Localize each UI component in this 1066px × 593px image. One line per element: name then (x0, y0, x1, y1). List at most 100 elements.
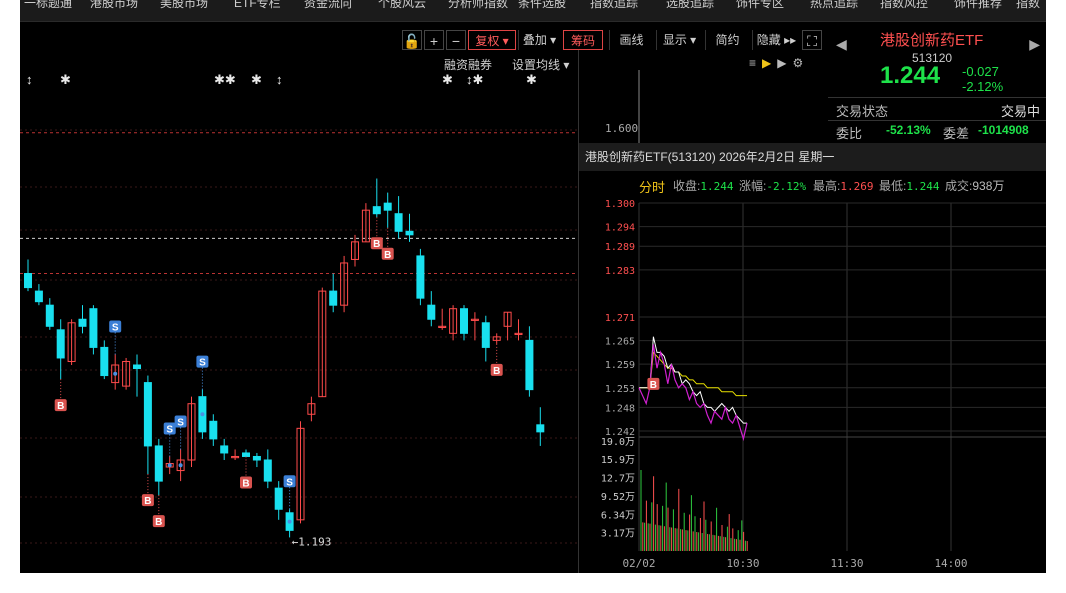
diejia-button[interactable]: 叠加 ▾ (518, 30, 560, 50)
low-info: 最低:1.244 (879, 177, 939, 194)
buy-marker-label: B (155, 517, 162, 528)
topnav-item[interactable]: 美股市场 (160, 0, 208, 11)
volume-tick-label: 3.17万 (601, 529, 635, 540)
chouma-button[interactable]: 筹码 (563, 30, 603, 50)
signal-dot (113, 371, 118, 376)
topnav-item[interactable]: 一标题通 (24, 0, 72, 11)
candle-body (56, 329, 65, 359)
yincang-label: 隐藏 (756, 33, 781, 47)
candle-body (100, 346, 109, 377)
price-tick-label: 1.294 (605, 223, 635, 234)
zoom-out-button[interactable]: − (446, 30, 466, 50)
topnav-item[interactable]: 选股追踪 (666, 0, 714, 11)
weibi-label: 委比 (836, 126, 863, 141)
intraday-buy-label: B (650, 380, 657, 391)
tab-fenshi[interactable]: 分时 (639, 177, 665, 196)
signal-dot (178, 463, 183, 468)
intraday-popup: 港股创新药ETF(513120) 2026年2月2日 星期一 分时 收盘:1.2… (578, 143, 1046, 573)
candle-body (242, 452, 250, 457)
topnav-item[interactable]: 个股风云 (378, 0, 426, 11)
topnav-item[interactable]: 热点追踪 (810, 0, 858, 11)
topnav-item[interactable]: 饰件推荐 (954, 0, 1002, 11)
buy-marker-label: B (57, 401, 64, 412)
zoom-in-button[interactable]: + (424, 30, 444, 50)
weibi-value: -52.13% (886, 123, 931, 137)
vol-label: 成交: (945, 179, 973, 193)
candle-body (460, 308, 468, 334)
price-tick-label: 1.283 (605, 266, 635, 277)
signal-dot (287, 519, 292, 524)
stock-change-pct: -2.12% (962, 79, 1004, 94)
time-tick-label: 10:30 (726, 557, 759, 570)
topnav-item[interactable]: 港股市场 (90, 0, 138, 11)
candle-body (143, 382, 152, 447)
prev-stock-icon[interactable]: ◀ (836, 36, 847, 53)
status-value: 交易中 (1000, 104, 1040, 119)
topnav-item[interactable]: 指数风控 (880, 0, 928, 11)
candle-body (329, 290, 338, 306)
kline-chart: SSSSSBBBBBBB←1.193 (20, 129, 578, 548)
quote-panel: ◀ ▶ 港股创新药ETF 513120 1.244 -0.027 -2.12% … (828, 28, 1046, 143)
stock-name: 港股创新药ETF (880, 32, 984, 49)
candle-body (220, 445, 229, 454)
volume-tick-label: 12.7万 (601, 473, 635, 484)
mini-chart: 1.600 ≡▶▶⚙ (578, 50, 828, 143)
huaxian-button[interactable]: 画线 (609, 30, 653, 50)
status-label: 交易状态 (836, 104, 889, 119)
yincang-button[interactable]: 隐藏 ▸▸ (752, 30, 800, 50)
close-value: 1.244 (700, 180, 734, 193)
fullscreen-icon[interactable]: ⛶ (802, 30, 822, 50)
lock-icon[interactable]: 🔓 (402, 30, 422, 50)
weicha-value: -1014908 (978, 123, 1029, 137)
price-tick-label: 1.253 (605, 384, 635, 395)
topnav-item[interactable]: 指数追踪 (590, 0, 638, 11)
price-tick-label: 1.259 (605, 360, 635, 371)
low-value: 1.244 (906, 180, 940, 193)
stock-price: 1.244 (880, 62, 941, 89)
candle-body (394, 213, 403, 232)
close-label: 收盘: (673, 179, 701, 193)
fuquan-button[interactable]: 复权 ▾ (468, 30, 516, 50)
play-icon[interactable]: ▶ (762, 56, 777, 70)
stock-change: -0.027 (962, 64, 999, 79)
high-info: 最高:1.269 (813, 177, 873, 194)
chg-value: -2.12% (766, 180, 807, 193)
high-label: 最高: (813, 179, 841, 193)
jianyue-button[interactable]: 简约 (705, 30, 749, 50)
time-tick-label: 14:00 (934, 557, 967, 570)
candle-body (536, 424, 545, 433)
price-tick-label: 1.248 (605, 403, 635, 414)
candle-body (274, 487, 283, 510)
next-stock-icon[interactable]: ▶ (1029, 36, 1040, 53)
candle-body (34, 290, 43, 303)
volume-tick-label: 19.0万 (601, 437, 635, 448)
topnav-item[interactable]: 饰件专区 (736, 0, 784, 11)
topnav-item[interactable]: 条件选股 (518, 0, 566, 11)
low-price-label: ←1.193 (292, 535, 332, 548)
buy-marker-label: B (144, 496, 151, 507)
signal-dot (200, 412, 205, 417)
candle-body (24, 273, 32, 289)
play-controls[interactable]: ≡▶▶⚙ (749, 56, 809, 70)
top-navigation: 一标题通 港股市场 美股市场 ETF专栏 资金流向 个股风云 分析师指数 条件选股 指数追踪 选股… (20, 0, 1046, 22)
volume-tick-label: 9.52万 (601, 492, 635, 503)
xianshi-label: 显示 (662, 33, 687, 47)
time-tick-label: 02/02 (622, 557, 655, 570)
trading-app: 一标题通 港股市场 美股市场 ETF专栏 资金流向 个股风云 分析师指数 条件选股 指数追踪 选股… (20, 0, 1046, 573)
candle-body (252, 455, 261, 461)
topnav-item[interactable]: 分析师指数 (448, 0, 508, 11)
buy-marker-label: B (373, 239, 380, 250)
topnav-item[interactable]: 资金流向 (304, 0, 352, 11)
topnav-item[interactable]: 指数 (1016, 0, 1040, 11)
mini-price-label: 1.600 (605, 122, 639, 135)
buy-marker-label: B (384, 250, 391, 261)
candle-body (525, 339, 534, 391)
diejia-label: 叠加 (522, 33, 547, 47)
topnav-item[interactable]: ETF专栏 (234, 0, 281, 11)
candle-body (133, 364, 141, 370)
weicha-label: 委差 (943, 126, 970, 141)
kline-panel[interactable]: 融资融券 设置均线 ▾ ↕ ✱ ✱✱ ✱ ↕ ✱ ↕✱ ✱ SSSSSBBBBB… (20, 50, 578, 573)
candle-body (427, 304, 436, 320)
xianshi-button[interactable]: 显示 ▾ (656, 30, 702, 50)
volume-tick-label: 15.9万 (601, 455, 635, 466)
